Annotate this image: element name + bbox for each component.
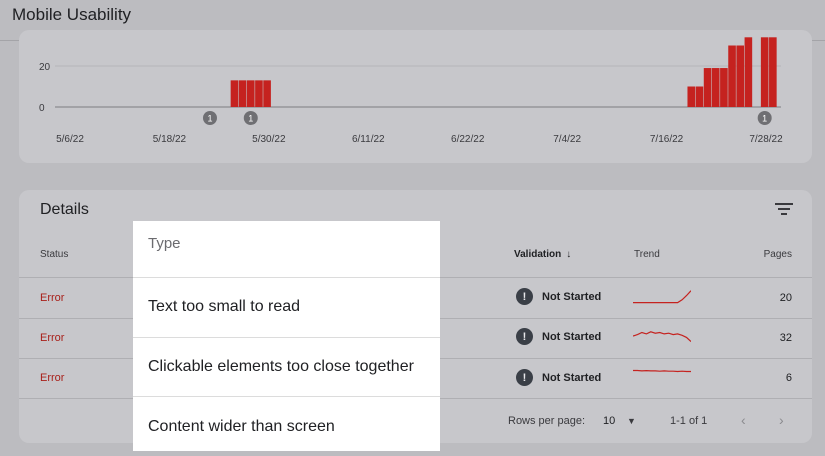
chart-card: 0 20 5/6/22 5/18/22 5/30/22 6/11/22 6/22/22 7/4… <box>19 30 812 163</box>
menu-item-clickable-elements[interactable]: Clickable elements too close together <box>133 338 440 397</box>
x-tick-label: 7/4/22 <box>553 134 581 145</box>
menu-item-content-wider[interactable]: Content wider than screen <box>133 397 440 456</box>
sort-arrow-down-icon: ↓ <box>566 249 572 260</box>
table-row-status[interactable]: Error <box>40 332 64 344</box>
bar <box>711 68 720 107</box>
page-title: Mobile Usability <box>12 5 132 24</box>
table-row-status[interactable]: Error <box>40 292 64 304</box>
bar <box>769 37 777 107</box>
type-dropdown-menu: Type Text too small to read Clickable el… <box>133 221 440 451</box>
annotation-label: 1 <box>762 114 767 124</box>
menu-item-text-too-small[interactable]: Text too small to read <box>133 278 440 338</box>
bar <box>720 68 728 107</box>
bar <box>230 80 239 107</box>
details-title: Details <box>40 201 89 218</box>
bar <box>246 80 255 107</box>
table-row-validation: ! Not Started <box>516 369 601 386</box>
x-tick-label: 5/30/22 <box>252 134 286 145</box>
x-tick-label: 7/28/22 <box>749 134 783 145</box>
alert-icon: ! <box>516 288 533 305</box>
bar <box>263 80 271 107</box>
chevron-left-icon[interactable]: ‹ <box>741 412 746 428</box>
bar <box>728 45 736 107</box>
y-tick-label: 0 <box>39 103 45 114</box>
trend-sparkline <box>633 369 691 373</box>
column-header-status[interactable]: Status <box>40 249 68 260</box>
validation-header-label: Validation <box>514 249 562 260</box>
column-header-validation[interactable]: Validation ↓ <box>514 249 571 260</box>
caret-down-icon[interactable]: ▼ <box>627 416 636 426</box>
validation-status: Not Started <box>542 290 602 303</box>
table-row-status[interactable]: Error <box>40 372 64 384</box>
trend-sparkline <box>633 290 691 304</box>
validation-status: Not Started <box>542 371 602 384</box>
table-row-pages: 32 <box>779 332 792 344</box>
mobile-usability-chart: 0 20 5/6/22 5/18/22 5/30/22 6/11/22 6/22/22 7/4… <box>39 37 783 145</box>
annotation-label: 1 <box>248 114 253 124</box>
alert-icon: ! <box>516 369 533 386</box>
annotation-label: 1 <box>207 114 212 124</box>
y-tick-label: 20 <box>39 62 51 73</box>
bar <box>736 45 745 107</box>
column-header-pages[interactable]: Pages <box>764 249 792 260</box>
x-tick-label: 7/16/22 <box>650 134 684 145</box>
bar <box>760 37 769 107</box>
menu-header: Type <box>133 221 440 278</box>
validation-status: Not Started <box>542 330 602 343</box>
table-row-pages: 20 <box>779 292 792 304</box>
x-tick-label: 6/22/22 <box>451 134 485 145</box>
x-tick-label: 5/6/22 <box>56 134 84 145</box>
rows-per-page-select[interactable]: 10 <box>603 415 615 427</box>
bar <box>703 68 712 107</box>
table-row-validation: ! Not Started <box>516 288 601 305</box>
column-header-trend: Trend <box>634 249 660 260</box>
chevron-right-icon[interactable]: › <box>779 412 784 428</box>
rows-per-page-label: Rows per page: <box>508 415 586 427</box>
filter-icon[interactable] <box>775 202 793 216</box>
x-tick-label: 6/11/22 <box>352 134 385 145</box>
bar <box>255 80 263 107</box>
bar <box>744 37 753 107</box>
bar <box>238 80 247 107</box>
table-row-validation: ! Not Started <box>516 328 601 345</box>
bar <box>695 86 704 107</box>
bar <box>687 86 696 107</box>
pagination-range: 1-1 of 1 <box>670 415 708 427</box>
alert-icon: ! <box>516 328 533 345</box>
trend-sparkline <box>633 331 691 343</box>
x-tick-label: 5/18/22 <box>153 134 187 145</box>
table-row-pages: 6 <box>785 372 792 384</box>
